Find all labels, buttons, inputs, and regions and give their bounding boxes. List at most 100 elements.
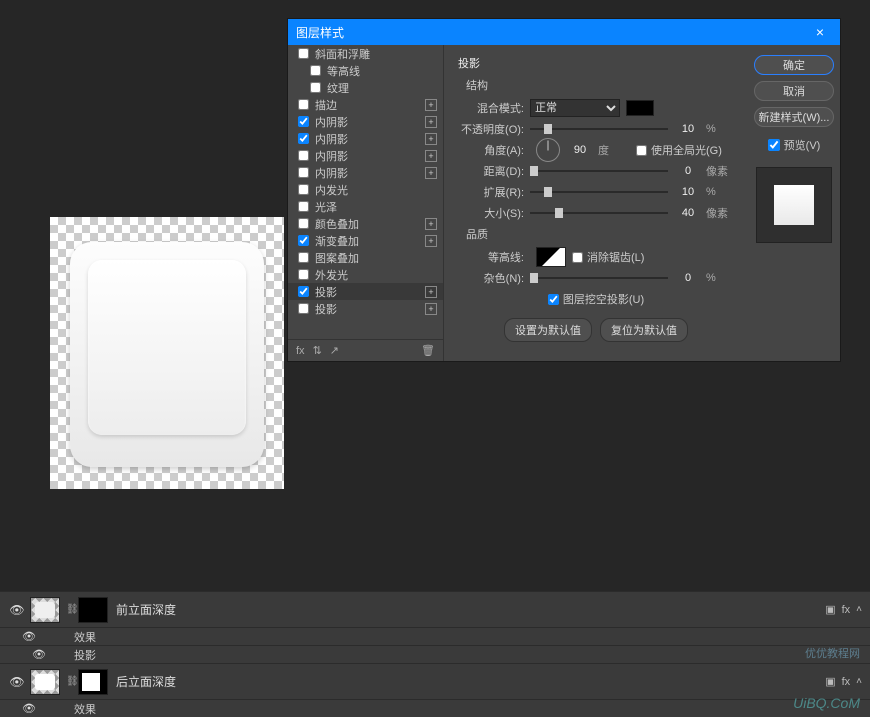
effect-row[interactable]: 投影+ [288,283,443,300]
fx-badge[interactable]: fx [842,676,851,688]
distance-slider[interactable] [530,166,668,176]
layer-effects-row[interactable]: 👁 效果 [0,627,870,645]
mask-thumbnail[interactable] [78,669,108,695]
visibility-icon[interactable]: 👁 [8,675,26,689]
layer-name[interactable]: 前立面深度 [116,601,825,618]
layer-thumbnail[interactable] [30,669,60,695]
effect-checkbox[interactable] [310,65,321,76]
layer-effects-row[interactable]: 👁 效果 [0,699,870,717]
add-style-icon[interactable]: ▣ [825,603,835,616]
effect-row[interactable]: 内阴影+ [288,113,443,130]
effect-label: 纹理 [327,80,349,96]
cancel-button[interactable]: 取消 [754,81,834,101]
opacity-value[interactable]: 10 [674,123,702,135]
add-icon[interactable]: ↗ [330,344,339,357]
layer-thumbnail[interactable] [30,597,60,623]
effect-checkbox[interactable] [298,150,309,161]
effect-checkbox[interactable] [298,133,309,144]
effect-row[interactable]: 渐变叠加+ [288,232,443,249]
document-canvas[interactable] [50,217,284,489]
add-effect-icon[interactable]: + [425,286,437,298]
quality-title: 品质 [466,226,734,242]
effect-row[interactable]: 图案叠加 [288,249,443,266]
add-effect-icon[interactable]: + [425,167,437,179]
effect-checkbox[interactable] [298,218,309,229]
layer-name[interactable]: 后立面深度 [116,673,825,690]
make-default-button[interactable]: 设置为默认值 [504,318,592,342]
visibility-icon[interactable]: 👁 [30,648,48,661]
layer-row[interactable]: 👁 ⛓ 前立面深度 ▣ fx ˄ [0,591,870,627]
angle-dial[interactable] [536,138,560,162]
antialias-checkbox[interactable] [572,252,583,263]
new-style-button[interactable]: 新建样式(W)... [754,107,834,127]
blend-mode-select[interactable]: 正常 [530,99,620,117]
effect-checkbox[interactable] [298,48,309,59]
visibility-icon[interactable]: 👁 [8,603,26,617]
contour-label: 等高线: [458,249,524,265]
chevron-up-icon[interactable]: ˄ [856,604,862,615]
trash-icon[interactable]: 🗑 [421,344,435,357]
noise-slider[interactable] [530,273,668,283]
effect-row[interactable]: 内发光 [288,181,443,198]
add-effect-icon[interactable]: + [425,150,437,162]
effect-checkbox[interactable] [310,82,321,93]
effect-row[interactable]: 内阴影+ [288,147,443,164]
ok-button[interactable]: 确定 [754,55,834,75]
knockout-checkbox[interactable] [548,294,559,305]
add-effect-icon[interactable]: + [425,133,437,145]
add-effect-icon[interactable]: + [425,218,437,230]
add-effect-icon[interactable]: + [425,303,437,315]
spread-value[interactable]: 10 [674,186,702,198]
shadow-color-swatch[interactable] [626,100,654,116]
chevron-up-icon[interactable]: ˄ [856,676,862,687]
size-value[interactable]: 40 [674,207,702,219]
effect-row[interactable]: 颜色叠加+ [288,215,443,232]
visibility-icon[interactable]: 👁 [20,630,38,643]
add-effect-icon[interactable]: + [425,99,437,111]
effect-checkbox[interactable] [298,252,309,263]
effect-checkbox[interactable] [298,286,309,297]
effect-checkbox[interactable] [298,201,309,212]
noise-unit: % [706,272,734,284]
distance-value[interactable]: 0 [674,165,702,177]
effects-list[interactable]: 斜面和浮雕等高线纹理描边+内阴影+内阴影+内阴影+内阴影+内发光光泽颜色叠加+渐… [288,45,443,339]
effect-checkbox[interactable] [298,235,309,246]
effect-checkbox[interactable] [298,99,309,110]
layer-row[interactable]: 👁 ⛓ 后立面深度 ▣ fx ˄ [0,663,870,699]
effect-row[interactable]: 光泽 [288,198,443,215]
fx-badge[interactable]: fx [842,604,851,616]
layer-effect-item[interactable]: 👁 投影 [0,645,870,663]
effect-row[interactable]: 斜面和浮雕 [288,45,443,62]
noise-value[interactable]: 0 [674,272,702,284]
global-light-label: 使用全局光(G) [651,142,722,158]
opacity-slider[interactable] [530,124,668,134]
preview-checkbox[interactable] [768,139,780,151]
effect-row[interactable]: 描边+ [288,96,443,113]
add-effect-icon[interactable]: + [425,116,437,128]
global-light-checkbox[interactable] [636,145,647,156]
add-style-icon[interactable]: ▣ [825,675,835,688]
effect-checkbox[interactable] [298,167,309,178]
effect-row[interactable]: 外发光 [288,266,443,283]
mask-thumbnail[interactable] [78,597,108,623]
effect-checkbox[interactable] [298,269,309,280]
effect-row[interactable]: 内阴影+ [288,164,443,181]
effect-row[interactable]: 投影+ [288,300,443,317]
close-icon[interactable]: × [808,24,832,40]
angle-value[interactable]: 90 [566,144,594,156]
effect-label: 内发光 [315,182,348,198]
add-effect-icon[interactable]: + [425,235,437,247]
size-slider[interactable] [530,208,668,218]
effect-checkbox[interactable] [298,303,309,314]
effect-checkbox[interactable] [298,116,309,127]
dialog-titlebar[interactable]: 图层样式 × [288,19,840,45]
reset-default-button[interactable]: 复位为默认值 [600,318,688,342]
arrow-up-down-icon[interactable]: ⇅ [313,344,322,357]
contour-swatch[interactable] [536,247,566,267]
effect-row[interactable]: 等高线 [288,62,443,79]
effect-row[interactable]: 内阴影+ [288,130,443,147]
spread-slider[interactable] [530,187,668,197]
effect-row[interactable]: 纹理 [288,79,443,96]
effect-checkbox[interactable] [298,184,309,195]
visibility-icon[interactable]: 👁 [20,702,38,715]
